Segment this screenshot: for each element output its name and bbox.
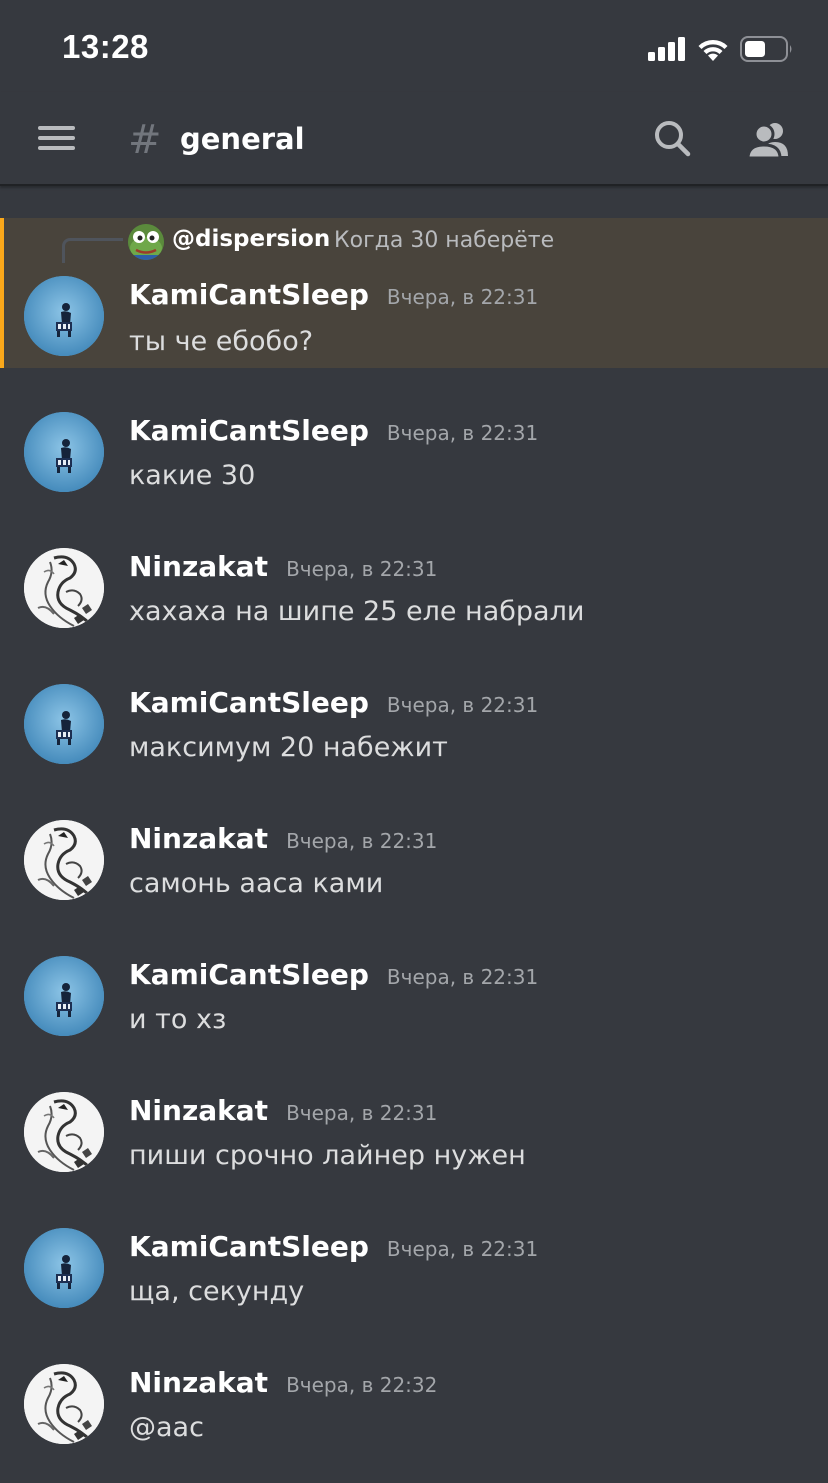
message-text: самонь ааса ками	[129, 868, 384, 899]
status-time: 13:28	[62, 28, 149, 65]
members-icon[interactable]	[745, 118, 791, 162]
message-text: и то хз	[129, 1004, 227, 1035]
message-header: Ninzakat Вчера, в 22:31	[129, 1094, 437, 1127]
timestamp: Вчера, в 22:31	[386, 693, 539, 717]
wifi-icon	[698, 39, 728, 61]
avatar[interactable]	[24, 820, 104, 900]
message-item[interactable]: KamiCantSleep Вчера, в 22:31 какие 30	[0, 412, 828, 512]
message-item[interactable]: KamiCantSleep Вчера, в 22:31 ща, секунду	[0, 1228, 828, 1328]
message-header: KamiCantSleep Вчера, в 22:31	[129, 958, 538, 991]
message-item[interactable]: Ninzakat Вчера, в 22:31 пиши срочно лайн…	[0, 1092, 828, 1192]
avatar[interactable]	[24, 684, 104, 764]
timestamp: Вчера, в 22:31	[386, 1237, 539, 1261]
message-text: максимум 20 набежит	[129, 732, 448, 763]
timestamp: Вчера, в 22:32	[286, 1373, 438, 1397]
battery-icon	[740, 36, 792, 62]
avatar[interactable]	[24, 412, 104, 492]
timestamp: Вчера, в 22:31	[386, 285, 539, 309]
message-item[interactable]: @dispersion Когда 30 наберёте KamiCantSl…	[0, 218, 828, 368]
timestamp: Вчера, в 22:31	[286, 1101, 438, 1125]
username[interactable]: KamiCantSleep	[129, 414, 369, 447]
channel-name[interactable]: general	[180, 120, 305, 158]
username[interactable]: Ninzakat	[129, 1366, 268, 1399]
timestamp: Вчера, в 22:31	[386, 965, 539, 989]
status-icons	[648, 34, 794, 64]
reply-author[interactable]: @dispersion	[172, 226, 330, 252]
snake-sketch-avatar-icon	[24, 1092, 104, 1172]
message-header: KamiCantSleep Вчера, в 22:31	[129, 686, 538, 719]
timestamp: Вчера, в 22:31	[286, 557, 438, 581]
sitting-figure-avatar-icon	[24, 956, 104, 1036]
username[interactable]: KamiCantSleep	[129, 278, 369, 311]
avatar[interactable]	[24, 548, 104, 628]
message-text: хахаха на шипе 25 еле набрали	[129, 596, 585, 627]
message-item[interactable]: Ninzakat Вчера, в 22:32 @аас	[0, 1364, 828, 1464]
hamburger-menu-icon[interactable]	[38, 126, 75, 150]
message-header: Ninzakat Вчера, в 22:31	[129, 550, 437, 583]
sitting-figure-avatar-icon	[24, 684, 104, 764]
avatar[interactable]	[24, 1092, 104, 1172]
sitting-figure-avatar-icon	[24, 412, 104, 492]
search-icon[interactable]	[652, 118, 696, 162]
reply-avatar[interactable]	[128, 224, 164, 260]
username[interactable]: KamiCantSleep	[129, 1230, 369, 1263]
message-item[interactable]: KamiCantSleep Вчера, в 22:31 максимум 20…	[0, 684, 828, 784]
hash-icon: #	[128, 117, 162, 163]
timestamp: Вчера, в 22:31	[286, 829, 438, 853]
message-text: пиши срочно лайнер нужен	[129, 1140, 526, 1171]
username[interactable]: Ninzakat	[129, 1094, 268, 1127]
channel-header: # general	[0, 92, 828, 186]
message-header: Ninzakat Вчера, в 22:31	[129, 822, 437, 855]
avatar[interactable]	[24, 956, 104, 1036]
reply-spine	[62, 238, 123, 263]
message-list[interactable]: @dispersion Когда 30 наберёте KamiCantSl…	[0, 186, 828, 1483]
username[interactable]: KamiCantSleep	[129, 686, 369, 719]
cellular-signal-icon	[648, 37, 685, 61]
message-text: ты че ебобо?	[129, 326, 314, 357]
username[interactable]: Ninzakat	[129, 550, 268, 583]
discord-app: 13:28 # general @dispersion Когда 30 наб…	[0, 0, 828, 1483]
message-header: KamiCantSleep Вчера, в 22:31	[129, 1230, 538, 1263]
snake-sketch-avatar-icon	[24, 548, 104, 628]
message-item[interactable]: Ninzakat Вчера, в 22:31 самонь ааса ками	[0, 820, 828, 920]
message-header: Ninzakat Вчера, в 22:32	[129, 1366, 437, 1399]
timestamp: Вчера, в 22:31	[386, 421, 539, 445]
status-bar: 13:28	[0, 0, 828, 92]
avatar[interactable]	[24, 1228, 104, 1308]
message-item[interactable]: KamiCantSleep Вчера, в 22:31 и то хз	[0, 956, 828, 1056]
snake-sketch-avatar-icon	[24, 1364, 104, 1444]
sitting-figure-avatar-icon	[24, 276, 104, 356]
avatar[interactable]	[24, 276, 104, 356]
avatar[interactable]	[24, 1364, 104, 1444]
username[interactable]: Ninzakat	[129, 822, 268, 855]
frog-avatar-icon	[128, 224, 164, 260]
sitting-figure-avatar-icon	[24, 1228, 104, 1308]
username[interactable]: KamiCantSleep	[129, 958, 369, 991]
snake-sketch-avatar-icon	[24, 820, 104, 900]
message-item[interactable]: Ninzakat Вчера, в 22:31 хахаха на шипе 2…	[0, 548, 828, 648]
reply-preview[interactable]: Когда 30 наберёте	[334, 228, 554, 253]
message-text: какие 30	[129, 460, 256, 491]
message-header: KamiCantSleep Вчера, в 22:31	[129, 278, 538, 311]
message-header: KamiCantSleep Вчера, в 22:31	[129, 414, 538, 447]
message-text: ща, секунду	[129, 1276, 305, 1307]
message-text: @аас	[129, 1412, 204, 1443]
